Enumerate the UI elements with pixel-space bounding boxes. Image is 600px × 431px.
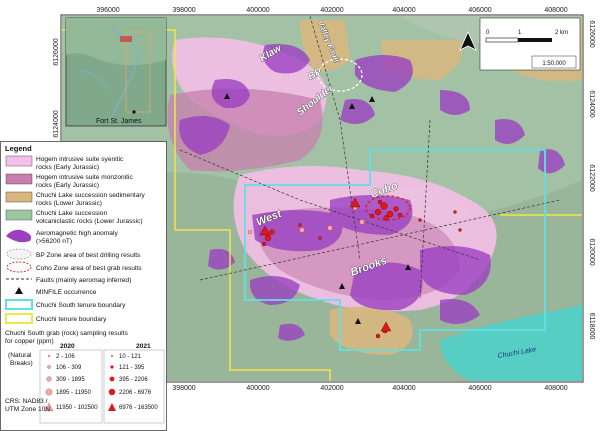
svg-text:volcaniclastic rocks (Lower Ju: volcaniclastic rocks (Lower Jurassic) (36, 218, 143, 225)
svg-text:402000: 402000 (320, 7, 343, 14)
svg-text:6126000: 6126000 (588, 20, 595, 47)
svg-text:395 - 2206: 395 - 2206 (119, 377, 148, 383)
svg-text:396000: 396000 (96, 7, 119, 14)
svg-text:Coho Zone area of best grab re: Coho Zone area of best grab results (36, 265, 142, 272)
svg-text:406000: 406000 (468, 7, 491, 14)
year-2021: 2021 (136, 343, 151, 350)
easting-ticks-top: 396000 398000 400000 402000 404000 40600… (96, 7, 567, 14)
scale-bar: 0 1 2 km 1:50,000 (479, 17, 581, 71)
svg-text:121 - 395: 121 - 395 (119, 365, 145, 371)
svg-text:Chuchi tenure boundary: Chuchi tenure boundary (36, 316, 107, 323)
svg-text:MINFILE occurrence: MINFILE occurrence (36, 289, 97, 296)
svg-text:(>56200 nT): (>56200 nT) (36, 238, 72, 245)
legend-panel: Legend Hogem intrusive suite syenitic ro… (0, 141, 167, 431)
svg-text:Chuchi South tenure boundary: Chuchi South tenure boundary (36, 302, 126, 309)
svg-text:6118000: 6118000 (588, 313, 595, 340)
svg-text:Hogem intrusive suite monzonit: Hogem intrusive suite monzonitic (36, 174, 133, 181)
svg-text:6126000: 6126000 (53, 38, 60, 65)
svg-text:408000: 408000 (544, 385, 567, 392)
svg-text:6976 - 163500: 6976 - 163500 (119, 405, 158, 411)
svg-text:rocks (Early Jurassic): rocks (Early Jurassic) (36, 164, 99, 171)
grab-title-1: Chuchi South grab (rock) sampling result… (5, 330, 128, 337)
svg-text:398000: 398000 (172, 385, 195, 392)
grab-title-2: for copper (ppm) (5, 338, 54, 345)
svg-text:2206 - 6976: 2206 - 6976 (119, 390, 152, 396)
year-2020: 2020 (60, 343, 75, 350)
svg-text:Hogem intrusive suite syenitic: Hogem intrusive suite syenitic (36, 156, 124, 163)
svg-text:406000: 406000 (468, 385, 491, 392)
svg-text:408000: 408000 (544, 7, 567, 14)
svg-text:1895 - 11950: 1895 - 11950 (56, 390, 92, 396)
natural-breaks-1: (Natural (8, 352, 32, 359)
svg-text:106 - 309: 106 - 309 (56, 365, 82, 371)
svg-text:6120000: 6120000 (588, 238, 595, 265)
svg-text:6124000: 6124000 (53, 110, 60, 137)
northing-ticks-left: 6126000 6124000 (53, 38, 60, 137)
inset-town-label: Fort St. James (96, 118, 142, 125)
svg-text:398000: 398000 (172, 7, 195, 14)
svg-text:404000: 404000 (392, 7, 415, 14)
svg-text:2 - 106: 2 - 106 (56, 354, 75, 360)
map-figure: Klaw BP Valley Fault Shoulder Coho West … (0, 0, 600, 431)
inset-tenure-marker (120, 36, 132, 42)
svg-text:Chuchi Lake succession: Chuchi Lake succession (36, 210, 107, 217)
svg-text:400000: 400000 (246, 7, 269, 14)
svg-text:404000: 404000 (392, 385, 415, 392)
svg-text:2 km: 2 km (555, 30, 568, 36)
svg-text:Chuchi Lake succession sedimen: Chuchi Lake succession sedimentary (36, 192, 146, 199)
svg-text:402000: 402000 (320, 385, 343, 392)
natural-breaks-2: Breaks) (10, 360, 33, 367)
crs-line-2: UTM Zone 10N (5, 406, 50, 413)
crs-line-1: CRS: NAD83 / (5, 398, 48, 405)
svg-text:1:50,000: 1:50,000 (542, 61, 566, 67)
svg-text:Faults (mainly aeromag inferre: Faults (mainly aeromag inferred) (36, 277, 131, 284)
svg-text:10 - 121: 10 - 121 (119, 354, 142, 360)
svg-text:309 - 1895: 309 - 1895 (56, 377, 85, 383)
inset-map: Fort St. James (65, 17, 167, 127)
easting-ticks-bottom: 398000 400000 402000 404000 406000 40800… (172, 385, 567, 392)
legend-title: Legend (5, 144, 32, 153)
svg-text:6124000: 6124000 (588, 90, 595, 117)
svg-text:6122000: 6122000 (588, 164, 595, 191)
svg-text:400000: 400000 (246, 385, 269, 392)
svg-text:rocks (Early Jurassic): rocks (Early Jurassic) (36, 182, 99, 189)
northing-ticks-right: 6126000 6124000 6122000 6120000 6118000 (588, 20, 595, 339)
svg-text:rocks (Lower Jurassic): rocks (Lower Jurassic) (36, 200, 102, 207)
inset-town-dot (132, 110, 136, 114)
svg-text:Aeromagnetic high anomaly: Aeromagnetic high anomaly (36, 230, 118, 237)
svg-text:11950 - 102500: 11950 - 102500 (56, 405, 98, 411)
svg-text:BP Zone area of best drilling: BP Zone area of best drilling results (36, 252, 141, 259)
